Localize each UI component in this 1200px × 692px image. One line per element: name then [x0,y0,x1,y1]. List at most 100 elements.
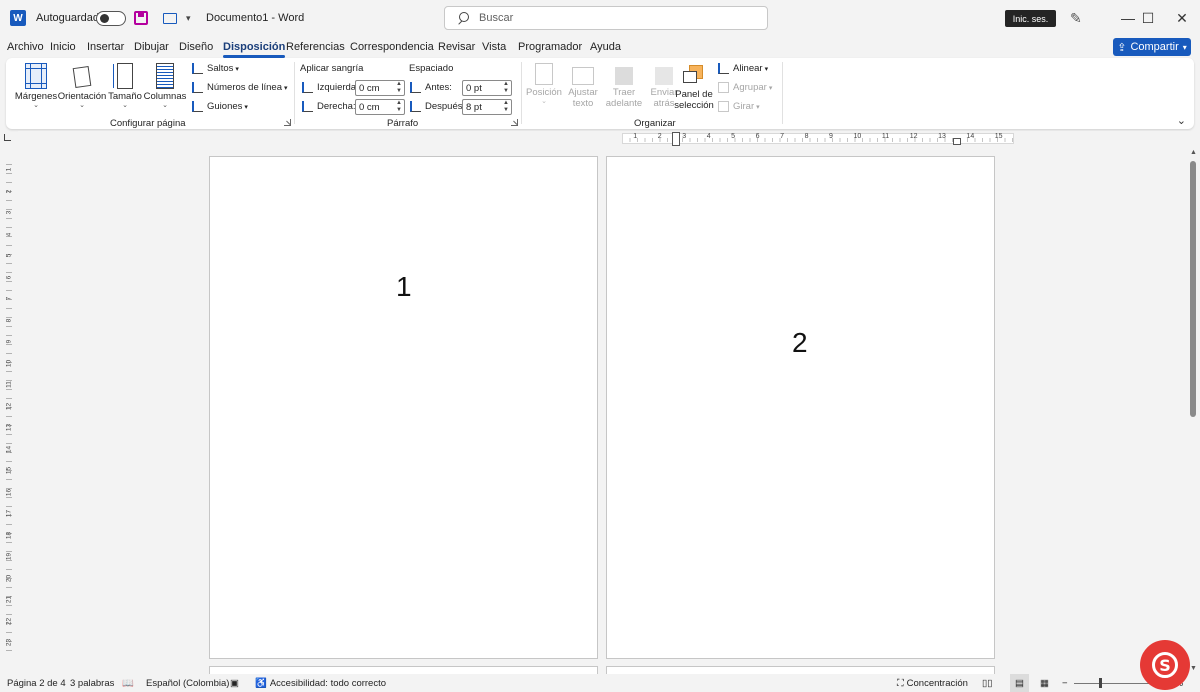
wrap-text-button[interactable]: Ajustar texto [563,63,603,109]
zoom-slider[interactable] [1074,683,1158,684]
chevron-down-icon: ⌄ [162,102,168,109]
document-canvas[interactable]: 1 2 [18,147,1186,674]
columns-button[interactable]: Columnas ⌄ [144,63,186,110]
scroll-down-icon[interactable]: ▼ [1190,665,1197,672]
tab-diseno[interactable]: Diseño [179,36,213,58]
web-layout-icon[interactable]: ▦ [1040,674,1049,692]
margins-icon [25,63,47,89]
autosave-label: Autoguardado [36,12,106,24]
indent-left-text: Izquierda: [317,82,359,93]
indent-left-input[interactable]: 0 cm ▲ ▼ [355,80,405,96]
share-button[interactable]: ⇪ Compartir ▾ [1113,38,1191,56]
tab-disposicion[interactable]: Disposición [223,36,286,58]
spacing-before-text: Antes: [425,82,452,93]
zoom-slider-thumb[interactable] [1099,678,1103,688]
bring-forward-button[interactable]: Traer adelante [603,63,645,109]
spacing-before-icon [410,82,421,93]
spacing-after-icon [410,101,421,112]
search-input[interactable]: Buscar [444,6,768,30]
focus-label: Concentración [906,677,968,689]
selection-pane-button[interactable]: Panel de selección [674,63,714,111]
focus-mode-button[interactable]: ⛶ Concentración [897,674,968,692]
close-icon[interactable]: ✕ [1162,0,1200,36]
line-numbers-button[interactable]: Números de línea ▾ [192,82,288,93]
print-layout-icon[interactable]: ▤ [1010,674,1029,692]
ruler-number: 10 [853,133,862,140]
tab-correspondencia[interactable]: Correspondencia [350,36,434,58]
tab-ayuda[interactable]: Ayuda [590,36,621,58]
page-4[interactable] [606,666,995,674]
scrollbar-thumb[interactable] [1190,161,1196,417]
right-indent-marker-icon[interactable] [953,138,961,145]
vertical-ruler[interactable]: 1 2 3 4 5 6 7 8 9 10 11 12 13 14 15 16 17 18 19 20 21 22 23 [4,156,14,656]
collapse-ribbon-icon[interactable]: ⌄ [1177,114,1186,127]
paragraph-dialog-launcher-icon[interactable] [511,119,518,126]
autosave-toggle[interactable] [96,0,126,36]
rotate-button[interactable]: Girar ▾ [718,101,760,112]
tab-vista[interactable]: Vista [482,36,506,58]
page-content-text[interactable]: 1 [396,271,412,303]
selection-pane-label-1: Panel de [675,89,713,100]
breaks-button[interactable]: Saltos ▾ [192,63,239,74]
orientation-icon [71,63,93,89]
read-mode-icon[interactable]: ▯▯ [982,674,992,692]
tab-referencias[interactable]: Referencias [286,36,345,58]
save-icon[interactable] [134,0,148,36]
page-content-text[interactable]: 2 [792,327,808,359]
text-predictions-icon[interactable]: ▣ [230,674,239,692]
scroll-up-icon[interactable]: ▲ [1190,149,1197,156]
ribbon: Márgenes ⌄ Orientación ⌄ Tamaño ⌄ Column… [6,58,1194,129]
indent-title: Aplicar sangría [300,63,364,74]
spinner-icon[interactable]: ▲ ▼ [396,81,402,95]
customize-quick-access-icon[interactable]: ▾ [186,0,191,36]
spinner-icon[interactable]: ▲ ▼ [503,100,509,114]
accessibility-status[interactable]: ♿ Accesibilidad: todo correcto [255,674,386,692]
page-count[interactable]: Página 2 de 4 [7,674,66,692]
chevron-down-icon: ⌄ [79,102,85,109]
title-bar: W Autoguardado ▾ Documento1 - Word Busca… [0,0,1200,36]
tab-dibujar[interactable]: Dibujar [134,36,169,58]
spacing-before-input[interactable]: 0 pt ▲ ▼ [462,80,512,96]
chevron-down-icon: ▾ [1182,42,1187,52]
page-3[interactable] [209,666,598,674]
tab-archivo[interactable]: Archivo [7,36,44,58]
horizontal-ruler[interactable]: 1 2 3 4 5 6 7 8 9 10 11 12 13 14 15 [622,132,1014,146]
align-button[interactable]: Alinear ▾ [718,63,768,74]
language-indicator[interactable]: Español (Colombia) [146,674,229,692]
tab-programador[interactable]: Programador [518,36,582,58]
vertical-scrollbar[interactable]: ▲ ▼ [1187,147,1200,674]
tab-selector-icon[interactable] [4,134,11,141]
tab-insertar[interactable]: Insertar [87,36,124,58]
vertical-ruler-number: 3 [5,210,13,215]
size-button[interactable]: Tamaño ⌄ [107,63,143,110]
sign-in-button[interactable]: Inic. ses. [1005,10,1056,27]
orientation-label: Orientación [57,91,107,102]
proofing-icon[interactable]: 📖 [122,674,134,692]
margins-button[interactable]: Márgenes ⌄ [15,63,57,110]
orientation-button[interactable]: Orientación ⌄ [58,63,106,110]
present-icon[interactable] [163,0,177,36]
spacing-after-input[interactable]: 8 pt ▲ ▼ [462,99,512,115]
tab-revisar[interactable]: Revisar [438,36,475,58]
page-1[interactable]: 1 [209,156,598,659]
chevron-down-icon: ▾ [764,65,769,73]
tab-inicio[interactable]: Inicio [50,36,76,58]
designer-pen-icon[interactable]: ✎ [1070,0,1082,36]
indent-right-input[interactable]: 0 cm ▲ ▼ [355,99,405,115]
size-icon [113,63,133,89]
position-button[interactable]: Posición ⌄ [524,63,564,106]
spinner-icon[interactable]: ▲ ▼ [503,81,509,95]
page-2[interactable]: 2 [606,156,995,659]
group-icon [718,82,729,93]
word-count[interactable]: 3 palabras [70,674,114,692]
hyphenation-button[interactable]: Guiones ▾ [192,101,248,112]
chevron-down-icon: ⌄ [33,102,39,109]
group-button[interactable]: Agrupar ▾ [718,82,772,93]
word-logo-icon: W [10,0,26,36]
chevron-down-icon: ▾ [235,65,239,73]
group-divider [294,62,295,124]
indent-marker-icon[interactable] [672,132,680,146]
page-setup-dialog-launcher-icon[interactable] [284,119,291,126]
zoom-out-icon[interactable]: − [1062,674,1068,692]
spinner-icon[interactable]: ▲ ▼ [396,100,402,114]
